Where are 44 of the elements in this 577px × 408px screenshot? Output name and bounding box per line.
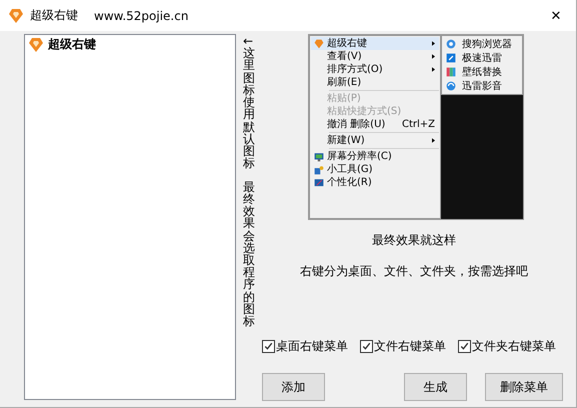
menu-item[interactable]: 个性化(R)	[311, 176, 439, 189]
submenu-arrow-icon	[432, 138, 435, 143]
checkbox[interactable]: 文件右键菜单	[360, 338, 446, 355]
caption: 右键分为桌面、文件、文件夹，按需选择吧	[300, 263, 528, 280]
submenu-item[interactable]: 壁纸替换	[442, 65, 522, 79]
menu-item[interactable]: 查看(V)	[311, 50, 439, 63]
list-item[interactable]: 超级右键	[25, 35, 235, 54]
submenu-item[interactable]: 极速迅雷	[442, 51, 522, 65]
close-button[interactable]: ✕	[536, 0, 576, 30]
window-subtitle: www.52pojie.cn	[94, 8, 188, 22]
logo-icon	[28, 36, 44, 52]
action-button[interactable]: 删除菜单	[485, 373, 563, 401]
menu-item[interactable]: 小工具(G)	[311, 163, 439, 176]
menu-item[interactable]: 屏幕分辨率(C)	[311, 150, 439, 163]
checkmark-icon	[361, 341, 372, 352]
gadget-icon	[314, 164, 324, 174]
vertical-note: ←这里图标使用默认图标	[243, 35, 255, 170]
menu-item[interactable]: 超级右键	[311, 37, 439, 50]
submenu-arrow-icon	[432, 54, 435, 59]
player-icon	[446, 81, 456, 91]
monitor-icon	[314, 152, 324, 162]
add-button[interactable]: 添加	[262, 373, 325, 401]
menu-item[interactable]: 新建(W)	[311, 134, 439, 147]
submenu-item[interactable]: 迅雷影音	[442, 79, 522, 93]
submenu-arrow-icon	[432, 67, 435, 72]
action-button[interactable]: 生成	[404, 373, 467, 401]
globe-icon	[446, 39, 456, 49]
wallpaper-icon	[446, 67, 456, 77]
caption: 最终效果就这样	[372, 232, 456, 249]
checkmark-icon	[263, 341, 274, 352]
personalize-icon	[314, 178, 324, 188]
menu-item[interactable]: 排序方式(O)	[311, 63, 439, 76]
menu-item[interactable]: 撤消 删除(U) Ctrl+Z	[311, 118, 439, 131]
checkbox[interactable]: 文件夹右键菜单	[458, 338, 556, 355]
app-square-icon	[446, 53, 456, 63]
menu-item[interactable]: 刷新(E)	[311, 76, 439, 89]
submenu-arrow-icon	[432, 41, 435, 46]
vertical-note: 最终效果会选取程序的图标	[243, 180, 255, 328]
submenu-item[interactable]: 搜狗浏览器	[442, 37, 522, 51]
checkmark-icon	[459, 341, 470, 352]
checkbox[interactable]: 桌面右键菜单	[262, 338, 348, 355]
window-title: 超级右键	[30, 7, 78, 24]
app-logo-icon	[8, 8, 24, 24]
shield-icon	[314, 38, 324, 48]
